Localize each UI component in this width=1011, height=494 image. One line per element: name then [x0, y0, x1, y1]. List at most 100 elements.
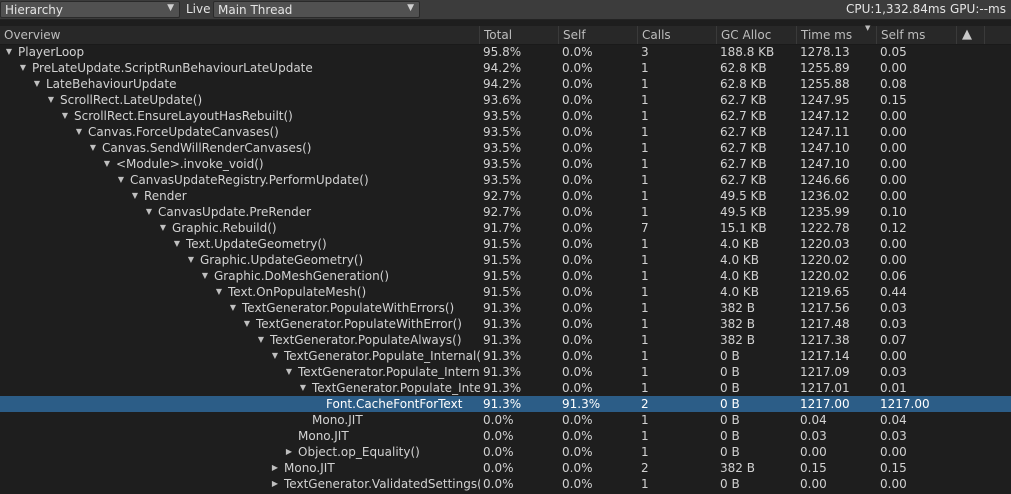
expand-arrow-down-icon[interactable]: ▼: [144, 204, 154, 220]
table-row[interactable]: ▶ Mono.JIT 0.0% 0.0% 2 382 B 0.15 0.15: [0, 460, 1011, 476]
row-time-ms-cell: 1255.89: [800, 61, 850, 75]
table-row[interactable]: ▼ TextGenerator.Populate_Inter 91.3% 0.0% 1 0…: [0, 380, 1011, 396]
expand-arrow-down-icon[interactable]: ▼: [284, 364, 294, 380]
expand-arrow-down-icon[interactable]: ▼: [60, 108, 70, 124]
expand-arrow-down-icon[interactable]: ▼: [172, 236, 182, 252]
row-calls-cell: 1: [641, 269, 649, 283]
table-row[interactable]: ▼ LateBehaviourUpdate 94.2% 0.0% 1 62.8 KB 125…: [0, 76, 1011, 92]
expand-arrow-down-icon[interactable]: ▼: [4, 44, 14, 60]
expand-arrow-right-icon[interactable]: ▶: [270, 476, 280, 492]
table-row[interactable]: ▼ Canvas.SendWillRenderCanvases() 93.5% 0.0…: [0, 140, 1011, 156]
expand-arrow-down-icon[interactable]: ▼: [18, 60, 28, 76]
row-gc-alloc-cell: 15.1 KB: [720, 221, 767, 235]
cpu-time-readout: CPU:1,332.84ms: [846, 2, 946, 16]
table-row[interactable]: ▼ CanvasUpdate.PreRender 92.7% 0.0% 1 49.5 KB…: [0, 204, 1011, 220]
table-row[interactable]: ▼ TextGenerator.Populate_Internal() 91.3% 0…: [0, 348, 1011, 364]
table-row[interactable]: ▼ TextGenerator.PopulateAlways() 91.3% 0.0%…: [0, 332, 1011, 348]
column-header-total[interactable]: Total: [480, 26, 559, 44]
table-row[interactable]: Mono.JIT 0.0% 0.0% 1 0 B 0.03 0.03: [0, 428, 1011, 444]
row-time-ms-cell: 1217.38: [800, 333, 850, 347]
row-total-cell: 0.0%: [483, 429, 514, 443]
row-calls-cell: 1: [641, 93, 649, 107]
row-name-label: Canvas.SendWillRenderCanvases(): [102, 141, 312, 155]
column-header-self-ms[interactable]: Self ms: [877, 26, 957, 44]
expand-arrow-down-icon[interactable]: ▼: [228, 300, 238, 316]
expand-arrow-down-icon[interactable]: ▼: [130, 188, 140, 204]
row-total-cell: 91.5%: [483, 237, 522, 251]
row-time-ms-cell: 1220.02: [800, 269, 850, 283]
row-name-cell: ▼ Render: [0, 188, 480, 204]
row-self-cell: 0.0%: [562, 333, 593, 347]
row-name-label: ScrollRect.EnsureLayoutHasRebuilt(): [74, 109, 293, 123]
table-row[interactable]: ▼ <Module>.invoke_void() 93.5% 0.0% 1 62.7 KB…: [0, 156, 1011, 172]
expand-arrow-down-icon[interactable]: ▼: [186, 252, 196, 268]
expand-arrow-down-icon[interactable]: ▼: [46, 92, 56, 108]
table-row[interactable]: ▼ CanvasUpdateRegistry.PerformUpdate() 93.…: [0, 172, 1011, 188]
row-self-ms-cell: 0.00: [880, 445, 907, 459]
expand-arrow-down-icon[interactable]: ▼: [32, 76, 42, 92]
expand-arrow-down-icon[interactable]: ▼: [102, 156, 112, 172]
table-row[interactable]: ▼ Text.UpdateGeometry() 91.5% 0.0% 1 4.0 KB 12…: [0, 236, 1011, 252]
expand-arrow-down-icon[interactable]: ▼: [256, 332, 266, 348]
table-row[interactable]: ▼ PreLateUpdate.ScriptRunBehaviourLateUpd…: [0, 60, 1011, 76]
table-row[interactable]: ▶ Object.op_Equality() 0.0% 0.0% 1 0 B 0.00 0.0…: [0, 444, 1011, 460]
row-calls-cell: 1: [641, 205, 649, 219]
table-row[interactable]: ▼ TextGenerator.Populate_Interna 91.3% 0.0%…: [0, 364, 1011, 380]
table-row[interactable]: Font.CacheFontForText 91.3% 91.3% 2 0 B 1217.…: [0, 396, 1011, 412]
expand-arrow-down-icon[interactable]: ▼: [116, 172, 126, 188]
row-self-cell: 0.0%: [562, 77, 593, 91]
column-header-overview[interactable]: Overview: [0, 26, 480, 44]
expand-arrow-down-icon[interactable]: ▼: [242, 316, 252, 332]
table-row[interactable]: ▼ Graphic.UpdateGeometry() 91.5% 0.0% 1 4.0 K…: [0, 252, 1011, 268]
row-name-cell: ▶ Object.op_Equality(): [0, 444, 480, 460]
row-gc-alloc-cell: 62.7 KB: [720, 141, 767, 155]
row-name-label: Text.UpdateGeometry(): [186, 237, 327, 251]
table-row[interactable]: ▼ ScrollRect.EnsureLayoutHasRebuilt() 93.5…: [0, 108, 1011, 124]
row-self-cell: 0.0%: [562, 45, 593, 59]
row-name-label: TextGenerator.PopulateWithError(): [256, 317, 462, 331]
table-row[interactable]: ▼ TextGenerator.PopulateWithErrors() 91.3%…: [0, 300, 1011, 316]
table-row[interactable]: ▼ Graphic.Rebuild() 91.7% 0.0% 7 15.1 KB 1222.…: [0, 220, 1011, 236]
expand-arrow-down-icon[interactable]: ▼: [158, 220, 168, 236]
expand-arrow-down-icon[interactable]: ▼: [88, 140, 98, 156]
row-gc-alloc-cell: 4.0 KB: [720, 253, 759, 267]
row-name-label: TextGenerator.Populate_Inter: [312, 381, 480, 395]
view-mode-dropdown[interactable]: Hierarchy ▼: [0, 1, 180, 18]
row-name-cell: ▼ TextGenerator.Populate_Inter: [0, 380, 480, 396]
row-name-label: ScrollRect.LateUpdate(): [60, 93, 203, 107]
table-row[interactable]: ▼ Canvas.ForceUpdateCanvases() 93.5% 0.0% 1 6…: [0, 124, 1011, 140]
expand-arrow-right-icon[interactable]: ▶: [284, 444, 294, 460]
profiler-hierarchy-list: ▼ PlayerLoop 95.8% 0.0% 3 188.8 KB 1278.13 0.05…: [0, 44, 1011, 492]
row-name-label: <Module>.invoke_void(): [116, 157, 264, 171]
row-calls-cell: 1: [641, 429, 649, 443]
table-row[interactable]: ▼ Render 92.7% 0.0% 1 49.5 KB 1236.02 0.00: [0, 188, 1011, 204]
table-row[interactable]: ▼ ScrollRect.LateUpdate() 93.6% 0.0% 1 62.7 K…: [0, 92, 1011, 108]
live-toggle[interactable]: Live: [186, 2, 211, 16]
table-row[interactable]: ▼ TextGenerator.PopulateWithError() 91.3% 0…: [0, 316, 1011, 332]
column-header-calls[interactable]: Calls: [638, 26, 717, 44]
table-row[interactable]: ▶ TextGenerator.ValidatedSettings() 0.0% 0.…: [0, 476, 1011, 492]
row-name-cell: ▼ TextGenerator.PopulateWithErrors(): [0, 300, 480, 316]
expand-arrow-down-icon[interactable]: ▼: [74, 124, 84, 140]
table-row[interactable]: ▼ PlayerLoop 95.8% 0.0% 3 188.8 KB 1278.13 0.05: [0, 44, 1011, 60]
table-row[interactable]: ▼ Graphic.DoMeshGeneration() 91.5% 0.0% 1 4.0…: [0, 268, 1011, 284]
row-calls-cell: 2: [641, 397, 649, 411]
row-calls-cell: 1: [641, 317, 649, 331]
expand-arrow-down-icon[interactable]: ▼: [200, 268, 210, 284]
row-total-cell: 91.3%: [483, 365, 522, 379]
expand-arrow-down-icon[interactable]: ▼: [298, 380, 308, 396]
column-header-gc-alloc[interactable]: GC Alloc: [717, 26, 797, 44]
expand-arrow-down-icon[interactable]: ▼: [214, 284, 224, 300]
row-calls-cell: 1: [641, 237, 649, 251]
row-total-cell: 91.5%: [483, 269, 522, 283]
expand-arrow-right-icon[interactable]: ▶: [270, 460, 280, 476]
expand-arrow-down-icon[interactable]: ▼: [270, 348, 280, 364]
thread-dropdown[interactable]: Main Thread ▼: [213, 1, 420, 18]
row-name-label: PlayerLoop: [18, 45, 85, 59]
row-self-ms-cell: 0.00: [880, 237, 907, 251]
row-gc-alloc-cell: 62.7 KB: [720, 173, 767, 187]
column-header-self[interactable]: Self: [559, 26, 638, 44]
row-gc-alloc-cell: 0 B: [720, 349, 740, 363]
table-row[interactable]: ▼ Text.OnPopulateMesh() 91.5% 0.0% 1 4.0 KB 12…: [0, 284, 1011, 300]
table-row[interactable]: Mono.JIT 0.0% 0.0% 1 0 B 0.04 0.04: [0, 412, 1011, 428]
